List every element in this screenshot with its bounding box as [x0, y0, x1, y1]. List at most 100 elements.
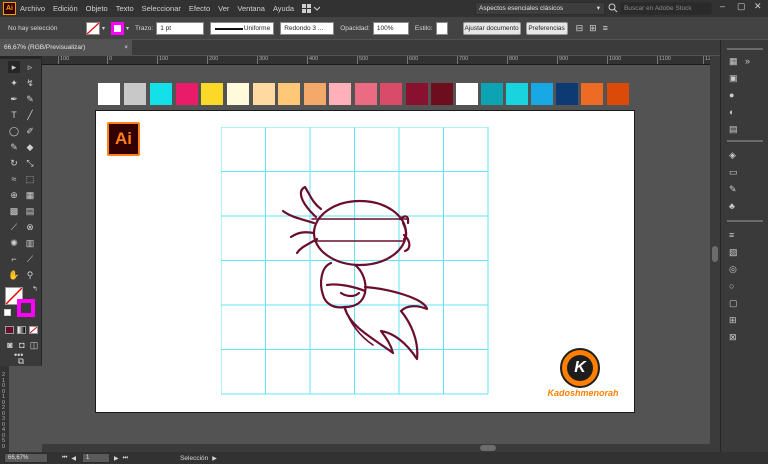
lasso-tool-icon[interactable]: ↯	[24, 77, 36, 89]
color-swatch[interactable]	[278, 83, 300, 105]
default-colors-icon[interactable]	[4, 309, 11, 316]
free-transform-icon[interactable]: ⬚	[24, 173, 36, 185]
next-artboard-button[interactable]: ▶	[114, 455, 119, 462]
color-swatch[interactable]	[253, 83, 275, 105]
selection-tool-icon[interactable]: ▸	[8, 61, 20, 73]
align-icon[interactable]: ⊞	[729, 315, 741, 326]
collapse-panel-icon[interactable]: »	[745, 56, 757, 67]
close-window-button[interactable]: ✕	[754, 1, 762, 14]
color-swatch[interactable]	[355, 83, 377, 105]
draw-inside-icon[interactable]: ◫	[28, 339, 40, 351]
menu-icon[interactable]: ≡	[603, 23, 608, 33]
workspace-switcher[interactable]: Aspectos esenciales clásicos ▾	[475, 2, 605, 15]
opacity-label[interactable]: Opacidad:	[340, 25, 370, 32]
arrange-documents-icon[interactable]	[302, 3, 321, 15]
menu-texto[interactable]: Texto	[116, 4, 134, 13]
hand-tool-icon[interactable]: ✋	[8, 269, 20, 281]
artboard-number-field[interactable]: 1	[82, 453, 111, 463]
horizontal-scrollbar[interactable]	[42, 444, 710, 452]
menu-edicion[interactable]: Edición	[53, 4, 78, 13]
chevron-right-icon[interactable]: ▶	[212, 455, 217, 462]
profile-select[interactable]: Uniforme	[210, 21, 275, 35]
color-swatch[interactable]	[201, 83, 223, 105]
vertical-scroll-thumb[interactable]	[712, 246, 718, 262]
color-swatch[interactable]	[380, 83, 402, 105]
mesh-tool-icon[interactable]: ▩	[8, 205, 20, 217]
graph-tool-icon[interactable]: ▥	[24, 237, 36, 249]
opacity-field[interactable]: 100%	[372, 21, 409, 35]
line-tool-icon[interactable]: ╱	[24, 109, 36, 121]
pathfinder-icon[interactable]: ⊠	[729, 332, 741, 343]
type-tool-icon[interactable]: T	[8, 109, 20, 121]
direct-selection-tool-icon[interactable]: ▹	[24, 61, 36, 73]
color-mode-icon[interactable]	[5, 326, 14, 334]
color-swatch[interactable]	[176, 83, 198, 105]
gradient-mode-icon[interactable]	[17, 326, 26, 334]
artboard-tool-icon[interactable]: ⌐	[8, 253, 20, 265]
transparency-icon[interactable]: ◎	[729, 264, 741, 275]
shaper-tool-icon[interactable]: ✎	[8, 141, 20, 153]
menu-objeto[interactable]: Objeto	[86, 4, 108, 13]
panel-grip[interactable]	[0, 56, 42, 59]
menu-efecto[interactable]: Efecto	[189, 4, 210, 13]
appearance-icon[interactable]: ○	[729, 281, 741, 292]
color-swatch[interactable]	[607, 83, 629, 105]
stroke-label[interactable]: Trazo:	[135, 25, 153, 32]
adjust-document-button[interactable]: Ajustar documento	[462, 21, 521, 35]
menu-ventana[interactable]: Ventana	[237, 4, 265, 13]
stock-search-input[interactable]: Buscar en Adobe Stock	[620, 2, 712, 15]
brush-select[interactable]: Redondo 3 ...	[280, 21, 335, 35]
color-swatch[interactable]	[406, 83, 428, 105]
shape-builder-icon[interactable]: ⊕	[8, 189, 20, 201]
menu-ver[interactable]: Ver	[218, 4, 229, 13]
perspective-grid-icon[interactable]: ▦	[24, 189, 36, 201]
preferences-button[interactable]: Preferencias	[525, 21, 568, 35]
pen-tool-icon[interactable]: ✒	[8, 93, 20, 105]
menu-archivo[interactable]: Archivo	[20, 4, 45, 13]
menu-seleccionar[interactable]: Seleccionar	[142, 4, 181, 13]
graphic-styles-icon[interactable]: ▢	[729, 298, 741, 309]
color-swatch[interactable]	[581, 83, 603, 105]
curvature-tool-icon[interactable]: ✎	[24, 93, 36, 105]
color-swatch[interactable]	[506, 83, 528, 105]
chevron-down-icon[interactable]: ▾	[102, 25, 105, 32]
libraries-icon[interactable]: ▣	[729, 73, 741, 84]
gradient-tool-icon[interactable]: ▤	[24, 205, 36, 217]
swatches-icon[interactable]: ▤	[729, 124, 741, 135]
paintbrush-tool-icon[interactable]: ✐	[24, 125, 36, 137]
more-tools-icon[interactable]: •••	[14, 350, 23, 360]
menu-ayuda[interactable]: Ayuda	[273, 4, 294, 13]
last-artboard-button[interactable]: ⏭	[123, 455, 128, 462]
scale-tool-icon[interactable]: ⤡	[24, 157, 36, 169]
transform-icon[interactable]: ⊞	[589, 23, 597, 34]
gradient-panel-icon[interactable]: ▧	[729, 247, 741, 258]
ellipse-tool-icon[interactable]: ◯	[8, 125, 20, 137]
color-swatch[interactable]	[329, 83, 351, 105]
zoom-select[interactable]: 66,67%	[4, 453, 48, 463]
artboards-icon[interactable]: ▭	[729, 167, 741, 178]
stroke-color-box[interactable]	[17, 299, 35, 317]
color-swatch[interactable]	[456, 83, 478, 105]
horizontal-scroll-thumb[interactable]	[480, 445, 496, 451]
color-guide-icon[interactable]: ◐	[729, 107, 741, 118]
symbols-icon[interactable]: ♣	[729, 201, 741, 212]
stroke-swatch[interactable]	[111, 21, 125, 35]
properties-icon[interactable]: ▦	[729, 56, 741, 67]
brushes-icon[interactable]: ✎	[729, 184, 741, 195]
document-tab[interactable]: 66,67% (RGB/Previsualizar) ×	[0, 40, 132, 55]
minimize-button[interactable]: –	[720, 1, 725, 14]
magic-wand-icon[interactable]: ✦	[8, 77, 20, 89]
close-tab-icon[interactable]: ×	[124, 40, 128, 55]
rotate-tool-icon[interactable]: ↻	[8, 157, 20, 169]
drawing-grid[interactable]	[221, 127, 489, 395]
swap-colors-icon[interactable]: ↰	[32, 285, 38, 293]
prev-artboard-button[interactable]: ◀	[71, 455, 76, 462]
color-swatch[interactable]	[556, 83, 578, 105]
color-swatch[interactable]	[124, 83, 146, 105]
blend-tool-icon[interactable]: ⊗	[24, 221, 36, 233]
color-swatch[interactable]	[431, 83, 453, 105]
maximize-button[interactable]: ▢	[737, 1, 746, 14]
zoom-tool-icon[interactable]: ⚲	[24, 269, 36, 281]
chevron-down-icon[interactable]: ▾	[126, 25, 129, 32]
slice-tool-icon[interactable]: ⟋	[24, 253, 36, 265]
